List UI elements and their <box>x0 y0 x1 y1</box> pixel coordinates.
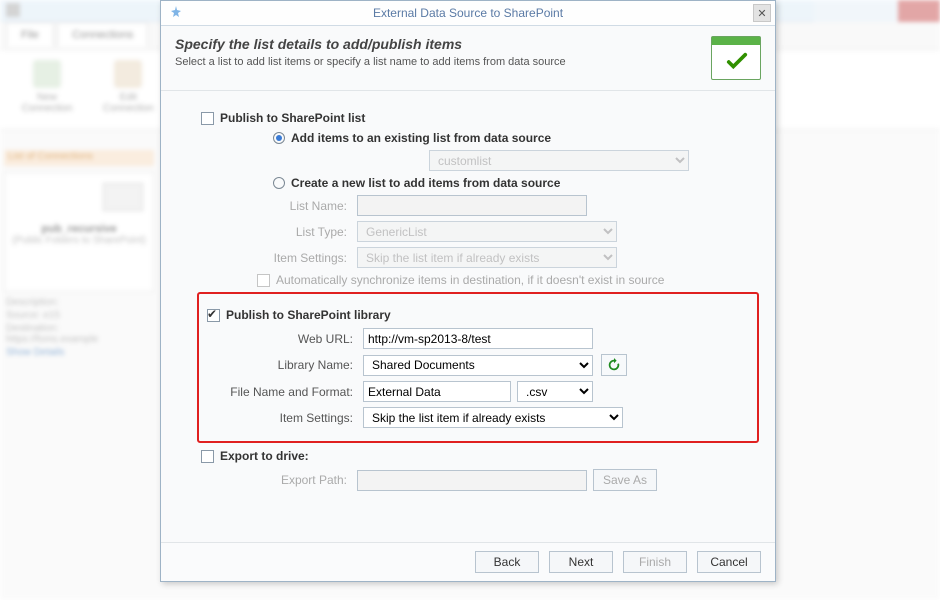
publish-library-checkbox[interactable] <box>207 309 220 322</box>
list-type-select[interactable]: GenericList <box>357 221 617 242</box>
export-path-label: Export Path: <box>201 473 357 487</box>
wizard-buttons: Back Next Finish Cancel <box>161 542 775 581</box>
publish-list-label: Publish to SharePoint list <box>220 111 365 125</box>
dialog-titlebar: External Data Source to SharePoint ✕ <box>161 1 775 26</box>
finish-button[interactable]: Finish <box>623 551 687 573</box>
list-item-settings-label: Item Settings: <box>201 251 357 265</box>
highlight-box: Publish to SharePoint library Web URL: L… <box>197 292 759 443</box>
back-button[interactable]: Back <box>475 551 539 573</box>
dialog-header: Specify the list details to add/publish … <box>161 26 775 91</box>
existing-list-select[interactable]: customlist <box>429 150 689 171</box>
create-new-radio[interactable] <box>273 177 285 189</box>
publish-library-label: Publish to SharePoint library <box>226 308 391 322</box>
web-url-input[interactable] <box>363 328 593 349</box>
add-existing-label: Add items to an existing list from data … <box>291 131 551 145</box>
wizard-subheading: Select a list to add list items or speci… <box>175 56 566 68</box>
save-as-button[interactable]: Save As <box>593 469 657 491</box>
dialog-app-icon <box>169 6 183 20</box>
create-new-label: Create a new list to add items from data… <box>291 176 560 190</box>
wizard-heading: Specify the list details to add/publish … <box>175 36 566 52</box>
calendar-check-icon <box>711 36 761 80</box>
library-name-label: Library Name: <box>207 358 363 372</box>
lib-item-settings-select[interactable]: Skip the list item if already exists <box>363 407 623 428</box>
file-name-input[interactable] <box>363 381 511 402</box>
add-existing-radio[interactable] <box>273 132 285 144</box>
auto-sync-label: Automatically synchronize items in desti… <box>276 273 664 287</box>
list-name-label: List Name: <box>201 199 357 213</box>
web-url-label: Web URL: <box>207 332 363 346</box>
next-button[interactable]: Next <box>549 551 613 573</box>
publish-list-checkbox[interactable] <box>201 112 214 125</box>
export-drive-checkbox[interactable] <box>201 450 214 463</box>
wizard-dialog: External Data Source to SharePoint ✕ Spe… <box>160 0 776 582</box>
list-type-label: List Type: <box>201 225 357 239</box>
list-item-settings-select[interactable]: Skip the list item if already exists <box>357 247 617 268</box>
file-name-label: File Name and Format: <box>207 385 363 399</box>
file-format-select[interactable]: .csv <box>517 381 593 402</box>
cancel-button[interactable]: Cancel <box>697 551 761 573</box>
list-name-input[interactable] <box>357 195 587 216</box>
refresh-button[interactable] <box>601 354 627 376</box>
auto-sync-checkbox[interactable] <box>257 274 270 287</box>
export-path-input[interactable] <box>357 470 587 491</box>
dialog-title: External Data Source to SharePoint <box>183 6 753 20</box>
export-drive-label: Export to drive: <box>220 449 309 463</box>
library-name-select[interactable]: Shared Documents <box>363 355 593 376</box>
close-button[interactable]: ✕ <box>753 4 771 22</box>
lib-item-settings-label: Item Settings: <box>207 411 363 425</box>
